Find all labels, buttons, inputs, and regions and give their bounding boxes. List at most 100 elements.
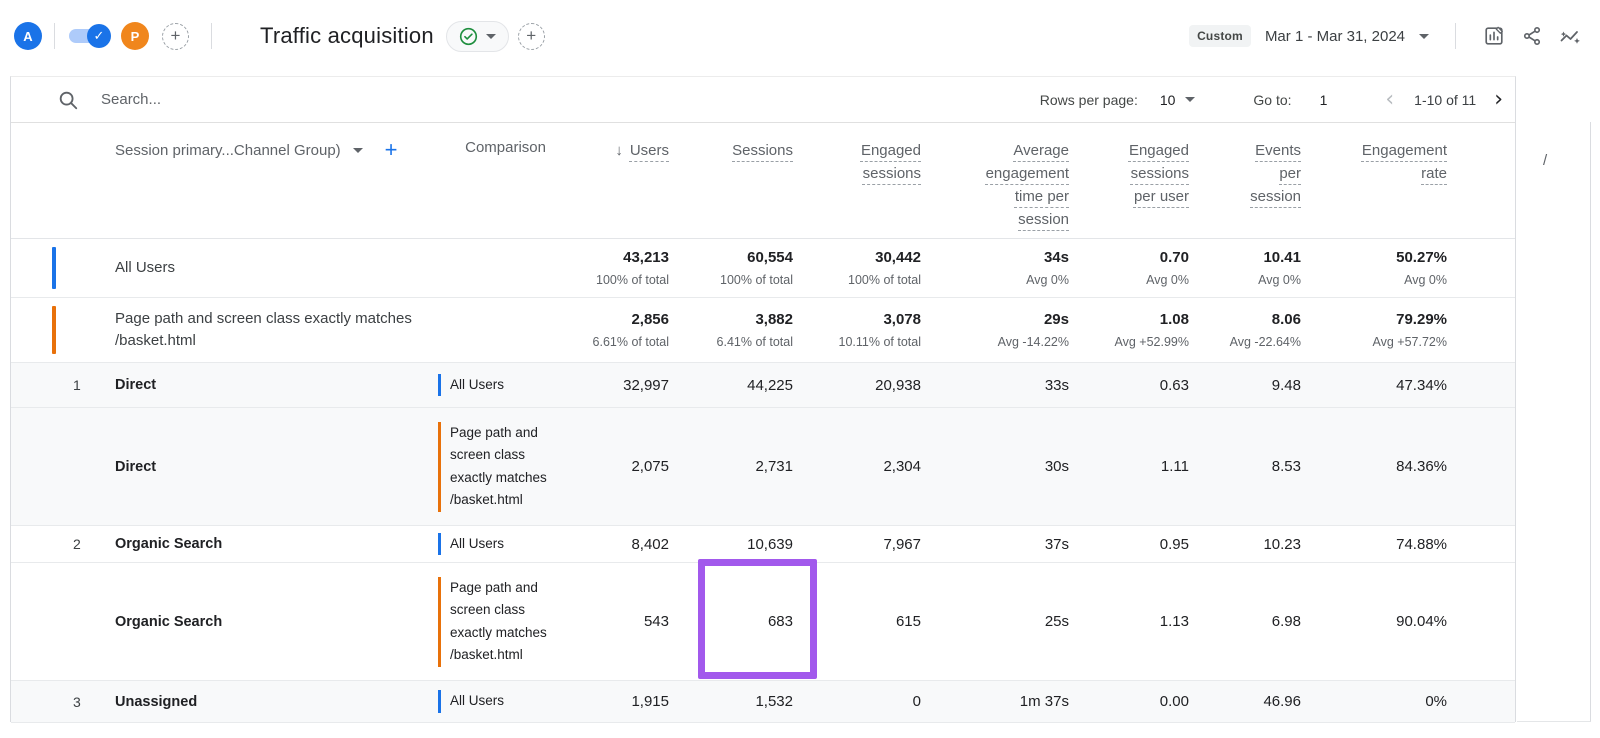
add-dimension-icon[interactable]: + bbox=[385, 139, 398, 161]
plus-icon: + bbox=[526, 26, 536, 46]
dimension-label: Session primary...Channel Group) bbox=[115, 142, 341, 159]
next-page-icon[interactable]: › bbox=[1494, 89, 1503, 111]
row-index: 1 bbox=[11, 377, 115, 393]
rows-per-page-label: Rows per page: bbox=[1040, 92, 1138, 108]
comparison-cell: All Users bbox=[438, 374, 554, 397]
metric-value: 0.63 bbox=[1069, 377, 1189, 394]
metric-subvalue: 100% of total bbox=[669, 273, 793, 287]
metric-value: 32,997 bbox=[564, 377, 669, 394]
property-badge[interactable]: P bbox=[121, 22, 149, 50]
metric-value: 0.70 bbox=[1069, 249, 1189, 266]
metric-value: 1m 37s bbox=[921, 693, 1069, 710]
divider bbox=[1455, 23, 1456, 49]
metric-value: 0% bbox=[1301, 693, 1517, 710]
metric-value: 2,075 bbox=[564, 458, 669, 475]
add-report-button[interactable]: + bbox=[518, 23, 545, 50]
table-row[interactable]: Organic Search Page path and screen clas… bbox=[11, 563, 1515, 681]
metric-value-highlighted: 683 bbox=[669, 613, 793, 630]
plus-icon: + bbox=[171, 26, 181, 46]
metric-value: 0.95 bbox=[1069, 536, 1189, 553]
column-header-engaged-sessions-per-user[interactable]: Engaged sessions per user bbox=[1069, 123, 1189, 208]
metric-value: 1.08 bbox=[1069, 311, 1189, 328]
metric-value: 25s bbox=[921, 613, 1069, 630]
metric-value: 0 bbox=[793, 693, 921, 710]
table-row[interactable]: 2 Organic Search All Users 8,402 10,639 … bbox=[11, 526, 1515, 563]
chevron-down-icon[interactable] bbox=[1419, 34, 1429, 39]
customize-report-icon[interactable] bbox=[1482, 24, 1506, 48]
metric-value: 2,731 bbox=[669, 458, 793, 475]
summary-row-all-users: All Users 43,213100% of total 60,554100%… bbox=[11, 239, 1515, 298]
chevron-down-icon bbox=[486, 34, 496, 39]
table-row[interactable]: 1 Direct All Users 32,997 44,225 20,938 … bbox=[11, 363, 1515, 408]
chevron-down-icon[interactable] bbox=[353, 148, 363, 153]
metric-value: 6.98 bbox=[1189, 613, 1301, 630]
divider bbox=[211, 23, 212, 49]
metric-subvalue: 100% of total bbox=[564, 273, 669, 287]
column-header-engaged-sessions[interactable]: Engaged sessions bbox=[793, 123, 921, 185]
column-header-avg-engagement-time[interactable]: Average engagement time per session bbox=[921, 123, 1069, 231]
metric-value: 9.48 bbox=[1189, 377, 1301, 394]
comparison-cell: All Users bbox=[438, 690, 554, 713]
search-input[interactable] bbox=[101, 91, 521, 108]
column-header-events-per-session[interactable]: Events per session bbox=[1189, 123, 1301, 208]
report-status-pill[interactable] bbox=[446, 21, 509, 52]
metric-value: 3,078 bbox=[793, 311, 921, 328]
pagination-controls: Rows per page: 10 Go to: 1 ‹ 1-10 of 11 … bbox=[1040, 89, 1503, 111]
comparison-column-header: Comparison bbox=[438, 123, 564, 156]
metric-value: 10.23 bbox=[1189, 536, 1301, 553]
insights-icon[interactable] bbox=[1558, 24, 1582, 48]
divider bbox=[54, 23, 55, 49]
comparison-toggle[interactable]: ✓ bbox=[69, 24, 111, 48]
channel-label: Organic Search bbox=[115, 614, 438, 630]
date-range-label[interactable]: Mar 1 - Mar 31, 2024 bbox=[1265, 28, 1405, 45]
column-header-sessions[interactable]: Sessions bbox=[669, 123, 793, 162]
toggle-knob-check-icon: ✓ bbox=[87, 24, 111, 48]
metric-value: 1.11 bbox=[1069, 458, 1189, 475]
avatar[interactable]: A bbox=[14, 22, 42, 50]
overflow-column: / bbox=[1517, 122, 1591, 722]
metric-value: 1,915 bbox=[564, 693, 669, 710]
metric-value: 1,532 bbox=[669, 693, 793, 710]
metric-value: 2,856 bbox=[564, 311, 669, 328]
column-header-users[interactable]: ↓Users bbox=[564, 123, 669, 162]
previous-page-icon[interactable]: ‹ bbox=[1385, 89, 1394, 111]
column-header-engagement-rate[interactable]: Engagement rate bbox=[1301, 123, 1517, 185]
metric-subvalue: 10.11% of total bbox=[793, 335, 921, 349]
goto-label: Go to: bbox=[1253, 92, 1291, 108]
metric-value: 7,967 bbox=[793, 536, 921, 553]
add-comparison-button[interactable]: + bbox=[162, 23, 189, 50]
table-row[interactable]: 3 Unassigned All Users 1,915 1,532 0 1m … bbox=[11, 681, 1515, 723]
report-table: Rows per page: 10 Go to: 1 ‹ 1-10 of 11 … bbox=[10, 76, 1516, 722]
metric-subvalue: Avg 0% bbox=[1189, 273, 1301, 287]
table-toolbar: Rows per page: 10 Go to: 1 ‹ 1-10 of 11 … bbox=[11, 77, 1515, 123]
metric-value: 34s bbox=[921, 249, 1069, 266]
metric-subvalue: Avg +57.72% bbox=[1301, 335, 1447, 349]
dimension-selector[interactable]: Session primary...Channel Group) + bbox=[11, 123, 438, 161]
rows-per-page-value[interactable]: 10 bbox=[1160, 92, 1176, 108]
summary-label: Page path and screen class exactly match… bbox=[115, 308, 480, 352]
date-range-type-badge: Custom bbox=[1189, 25, 1251, 47]
metric-value: 43,213 bbox=[564, 249, 669, 266]
summary-label: All Users bbox=[115, 257, 175, 279]
metric-value: 10.41 bbox=[1189, 249, 1301, 266]
metric-value: 1.13 bbox=[1069, 613, 1189, 630]
pagination-range: 1-10 of 11 bbox=[1414, 92, 1476, 108]
goto-page-input[interactable]: 1 bbox=[1320, 92, 1328, 108]
table-row[interactable]: Direct Page path and screen class exactl… bbox=[11, 408, 1515, 526]
channel-label: Direct bbox=[115, 459, 438, 475]
metric-value: 20,938 bbox=[793, 377, 921, 394]
metric-value: 30s bbox=[921, 458, 1069, 475]
share-icon[interactable] bbox=[1520, 24, 1544, 48]
channel-label: Organic Search bbox=[115, 536, 438, 552]
check-circle-icon bbox=[459, 27, 478, 46]
channel-label: Direct bbox=[115, 377, 438, 393]
search-icon bbox=[57, 89, 79, 111]
metric-value: 60,554 bbox=[669, 249, 793, 266]
metric-value: 30,442 bbox=[793, 249, 921, 266]
metric-value: 50.27% bbox=[1301, 249, 1447, 266]
chevron-down-icon[interactable] bbox=[1185, 97, 1195, 102]
metric-value: 8.53 bbox=[1189, 458, 1301, 475]
comparison-cell: All Users bbox=[438, 533, 554, 556]
metric-value: 615 bbox=[793, 613, 921, 630]
metric-value: 3,882 bbox=[669, 311, 793, 328]
